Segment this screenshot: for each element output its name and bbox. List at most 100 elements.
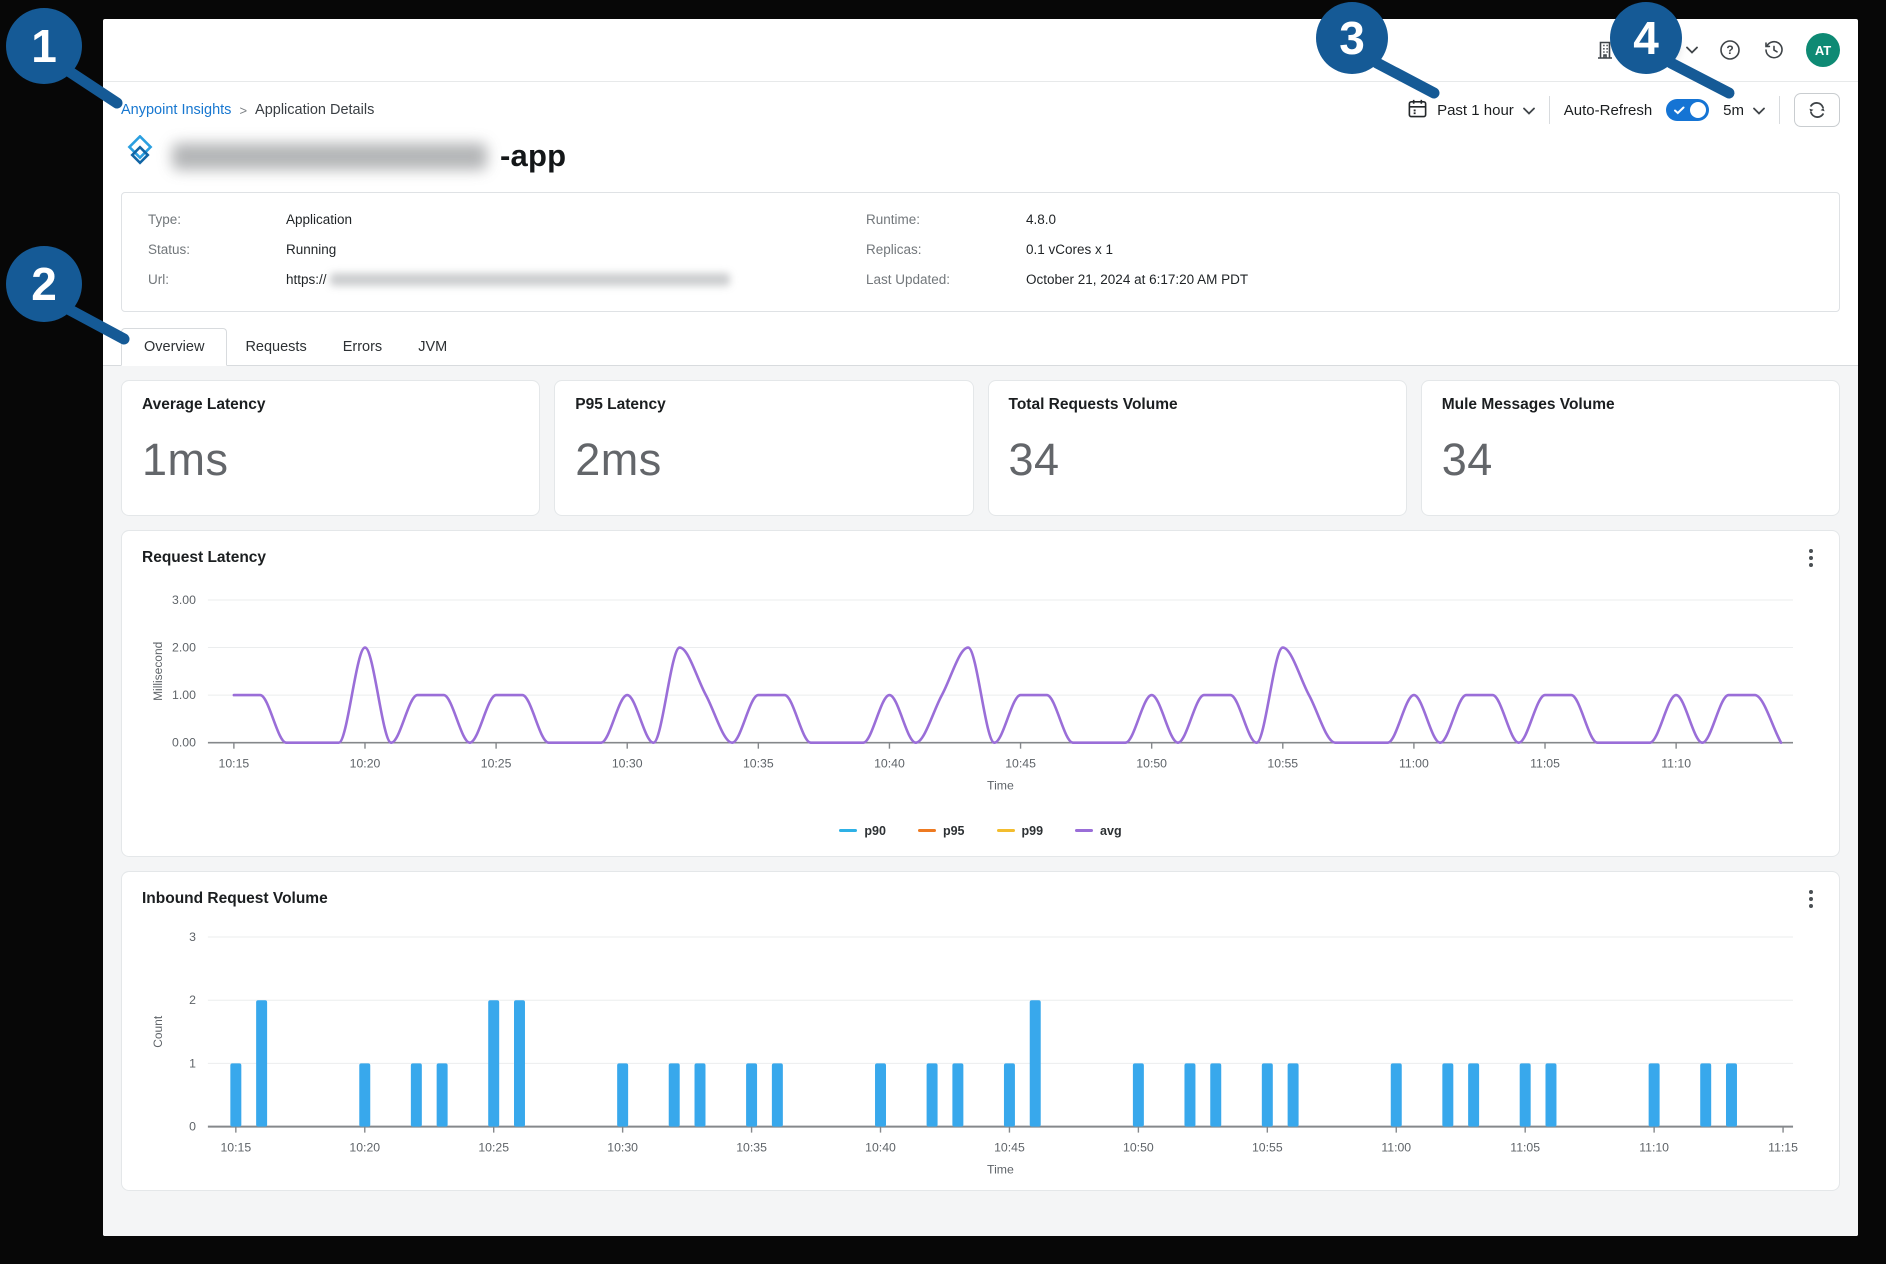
svg-text:10:55: 10:55 [1252, 1140, 1283, 1154]
legend-item-p99[interactable]: p99 [997, 824, 1044, 838]
svg-text:11:00: 11:00 [1399, 757, 1429, 771]
tab-overview[interactable]: Overview [121, 328, 227, 366]
svg-text:10:20: 10:20 [350, 757, 381, 771]
inbound-request-volume-chart: 0123Count10:1510:2010:2510:3010:3510:401… [142, 921, 1819, 1183]
auto-refresh-toggle[interactable] [1666, 99, 1709, 121]
svg-text:10:50: 10:50 [1136, 757, 1167, 771]
chart-card-request-latency: Request Latency 0.001.002.003.00Millisec… [121, 530, 1840, 857]
check-icon [1674, 106, 1685, 115]
detail-value-status: Running [286, 242, 866, 257]
app-name-suffix: -app [500, 138, 566, 174]
tab-requests[interactable]: Requests [227, 329, 324, 365]
divider [1549, 96, 1550, 124]
metric-value: 2ms [575, 434, 952, 486]
svg-text:2: 2 [189, 993, 196, 1007]
tab-errors[interactable]: Errors [325, 329, 400, 365]
svg-text:3.00: 3.00 [172, 593, 196, 607]
svg-text:10:40: 10:40 [865, 1140, 896, 1154]
refresh-interval-value: 5m [1723, 102, 1744, 119]
svg-text:10:20: 10:20 [349, 1140, 380, 1154]
legend-label: p99 [1022, 824, 1044, 838]
detail-value-replicas: 0.1 vCores x 1 [1026, 242, 1813, 257]
metric-card-p95-latency: P95 Latency 2ms [554, 380, 973, 516]
legend-item-p90[interactable]: p90 [839, 824, 886, 838]
application-details-panel: Type: Application Runtime: 4.8.0 Status:… [121, 192, 1840, 312]
time-range-selector[interactable]: Past 1 hour [1407, 98, 1535, 123]
svg-text:Millisecond: Millisecond [151, 642, 165, 701]
overview-content: Average Latency 1ms P95 Latency 2ms Tota… [103, 365, 1858, 1236]
svg-text:10:25: 10:25 [481, 757, 512, 771]
svg-text:1: 1 [31, 20, 57, 72]
metric-card-total-requests-volume: Total Requests Volume 34 [988, 380, 1407, 516]
chart-title: Inbound Request Volume [142, 890, 328, 908]
legend-swatch [997, 829, 1015, 833]
breadcrumb-separator: > [239, 103, 247, 118]
detail-label-replicas: Replicas: [866, 242, 1026, 257]
breadcrumb-link-anypoint-insights[interactable]: Anypoint Insights [121, 102, 231, 118]
svg-text:11:10: 11:10 [1639, 1140, 1669, 1154]
history-icon[interactable] [1762, 38, 1786, 62]
metric-title: Mule Messages Volume [1442, 396, 1819, 414]
toggle-knob [1690, 102, 1706, 118]
svg-text:10:15: 10:15 [219, 757, 250, 771]
chart-card-inbound-request-volume: Inbound Request Volume 0123Count10:1510:… [121, 871, 1840, 1192]
svg-text:Time: Time [987, 779, 1014, 793]
metric-card-average-latency: Average Latency 1ms [121, 380, 540, 516]
svg-text:10:35: 10:35 [743, 757, 774, 771]
svg-text:10:25: 10:25 [478, 1140, 509, 1154]
building-icon [1594, 39, 1616, 61]
metrics-row: Average Latency 1ms P95 Latency 2ms Tota… [121, 380, 1840, 516]
legend-label: p90 [864, 824, 886, 838]
refresh-interval-selector[interactable]: 5m [1723, 102, 1765, 119]
callout-1: 1 [6, 8, 117, 103]
detail-value-url: https:// [286, 272, 866, 287]
svg-text:10:30: 10:30 [607, 1140, 638, 1154]
help-icon[interactable]: ? [1718, 38, 1742, 62]
svg-text:10:45: 10:45 [994, 1140, 1025, 1154]
svg-text:11:15: 11:15 [1768, 1140, 1798, 1154]
legend-swatch [839, 829, 857, 833]
org-selector[interactable] [1594, 39, 1698, 61]
svg-text:2: 2 [31, 258, 57, 310]
refresh-icon [1805, 98, 1829, 122]
detail-value-last-updated: October 21, 2024 at 6:17:20 AM PDT [1026, 272, 1813, 287]
time-range-value: Past 1 hour [1437, 102, 1514, 119]
detail-label-status: Status: [148, 242, 286, 257]
refresh-button[interactable] [1794, 93, 1840, 127]
metric-title: Total Requests Volume [1009, 396, 1386, 414]
tab-jvm[interactable]: JVM [400, 329, 465, 365]
metric-card-mule-messages-volume: Mule Messages Volume 34 [1421, 380, 1840, 516]
svg-text:Time: Time [987, 1162, 1014, 1176]
chevron-down-icon [1523, 102, 1535, 119]
detail-label-url: Url: [148, 272, 286, 287]
svg-text:10:15: 10:15 [220, 1140, 251, 1154]
avatar[interactable]: AT [1806, 33, 1840, 67]
svg-text:10:45: 10:45 [1005, 757, 1036, 771]
detail-value-type: Application [286, 212, 866, 227]
app-icon [121, 135, 159, 178]
kebab-menu-icon[interactable] [1803, 887, 1819, 911]
request-latency-chart: 0.001.002.003.00Millisecond10:1510:2010:… [142, 580, 1819, 818]
svg-text:10:50: 10:50 [1123, 1140, 1154, 1154]
app-window: ? AT Anypoint Insights > Application Det… [103, 19, 1858, 1236]
chart-title: Request Latency [142, 549, 266, 567]
metric-title: P95 Latency [575, 396, 952, 414]
svg-text:11:05: 11:05 [1530, 757, 1560, 771]
legend-label: avg [1100, 824, 1122, 838]
auto-refresh-label: Auto-Refresh [1564, 102, 1652, 119]
calendar-icon [1407, 98, 1428, 123]
svg-text:1.00: 1.00 [172, 688, 196, 702]
detail-value-runtime: 4.8.0 [1026, 212, 1813, 227]
kebab-menu-icon[interactable] [1803, 546, 1819, 570]
legend-item-avg[interactable]: avg [1075, 824, 1122, 838]
svg-text:2.00: 2.00 [172, 641, 196, 655]
url-redacted [330, 273, 730, 286]
svg-text:Count: Count [151, 1015, 165, 1048]
time-controls: Past 1 hour Auto-Refresh 5m [1407, 93, 1840, 127]
detail-label-type: Type: [148, 212, 286, 227]
legend-item-p95[interactable]: p95 [918, 824, 965, 838]
svg-text:?: ? [1726, 43, 1733, 57]
legend-label: p95 [943, 824, 965, 838]
top-nav: ? AT [103, 19, 1858, 82]
toolbar-row: Anypoint Insights > Application Details … [103, 82, 1858, 130]
